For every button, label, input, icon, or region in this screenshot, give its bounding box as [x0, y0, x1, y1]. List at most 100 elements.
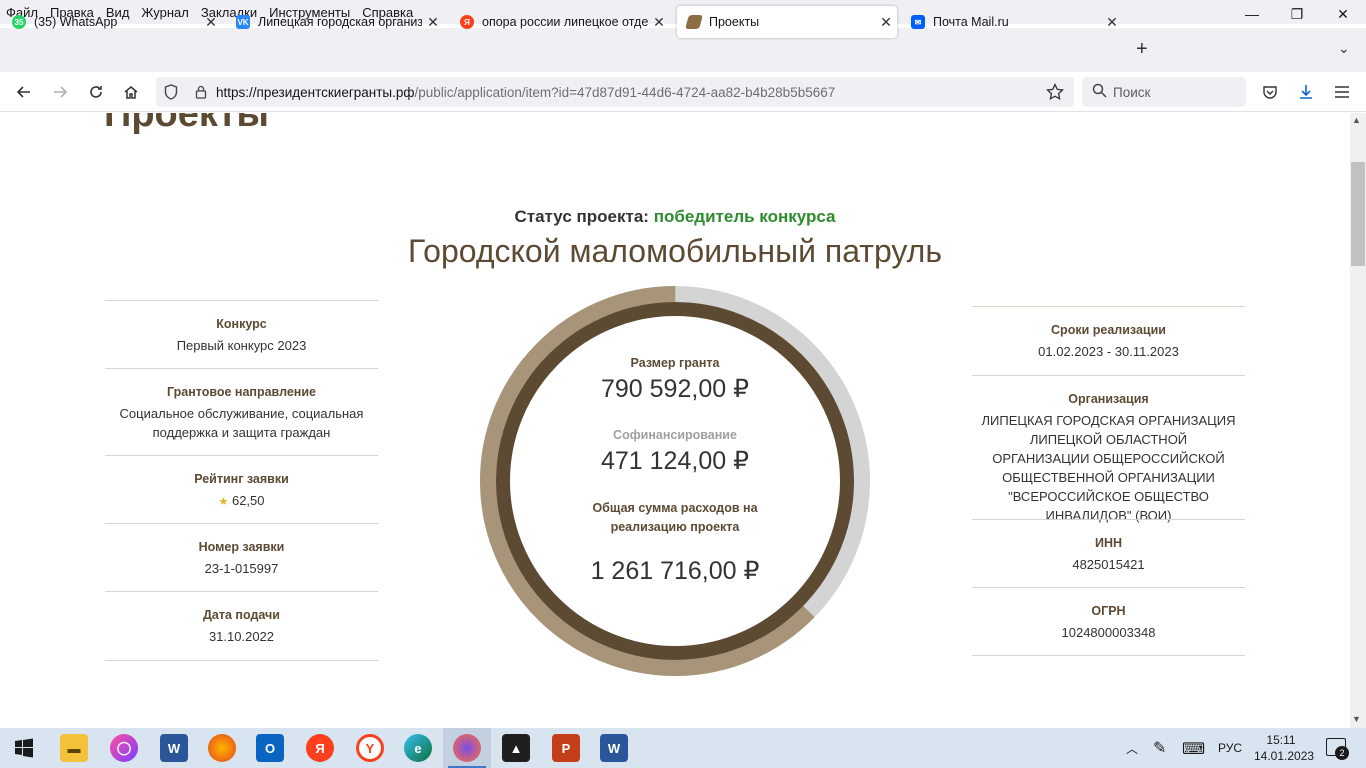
info-label: Конкурс	[216, 317, 267, 331]
bookmark-star-icon[interactable]	[1046, 82, 1064, 104]
list-all-tabs-icon[interactable]: ⌄	[1338, 40, 1350, 57]
page-content: Проекты Статус проекта: победитель конку…	[0, 113, 1350, 728]
close-tab-icon[interactable]: ✕	[648, 14, 670, 31]
downloads-icon[interactable]	[1294, 80, 1318, 104]
powerpoint-icon[interactable]: P	[552, 734, 580, 762]
mail-icon: ✉	[911, 15, 925, 29]
info-application-number: Номер заявки 23-1-015997	[105, 523, 378, 591]
yandex-browser-icon[interactable]: Y	[356, 734, 384, 762]
language-indicator[interactable]: РУС	[1218, 741, 1242, 755]
tab-title: опора россии липецкое отдел	[482, 15, 648, 29]
info-value: 4825015421	[1072, 557, 1145, 572]
address-bar[interactable]: https://президентскиегранты.рф/public/ap…	[156, 77, 1074, 107]
info-value: 31.10.2022	[208, 629, 275, 644]
firefox-icon[interactable]	[208, 734, 236, 762]
reload-icon[interactable]	[84, 80, 108, 104]
tab-yandex[interactable]: Я опора россии липецкое отдел ✕	[450, 6, 670, 38]
info-label: Сроки реализации	[1051, 323, 1166, 337]
total-label: Общая сумма расходов на реализацию проек…	[592, 501, 758, 534]
info-rating: Рейтинг заявки ★ 62,50	[105, 455, 378, 523]
taskbar: ▬ ◯ W O Я Y e ▲ P W ︿ ✎ ⌨ РУС 15:11 14.0…	[0, 728, 1366, 768]
file-explorer-icon[interactable]: ▬	[60, 734, 88, 762]
info-value: Первый конкурс 2023	[176, 338, 307, 353]
edge-icon[interactable]: e	[404, 734, 432, 762]
search-input[interactable]: Поиск	[1082, 77, 1246, 107]
tab-vk[interactable]: VK Липецкая городская организаци ✕	[226, 6, 444, 38]
show-hidden-icons-icon[interactable]: ︿	[1126, 740, 1138, 757]
close-tab-icon[interactable]: ✕	[200, 14, 222, 31]
ring-grant-arc	[480, 286, 870, 676]
info-implementation-period: Сроки реализации 01.02.2023 - 30.11.2023	[972, 306, 1245, 375]
project-status: Статус проекта: победитель конкурса	[0, 207, 1350, 227]
hamburger-menu-icon[interactable]	[1330, 80, 1354, 104]
scroll-up-icon[interactable]: ▲	[1352, 115, 1361, 125]
tab-title: (35) WhatsApp	[34, 15, 118, 29]
minimize-button[interactable]: —	[1229, 0, 1275, 28]
new-tab-button[interactable]: +	[1136, 38, 1148, 61]
clock[interactable]: 15:11 14.01.2023	[1254, 732, 1315, 764]
lock-icon[interactable]	[186, 85, 216, 99]
forward-icon[interactable]	[48, 80, 72, 104]
url-host: https://президентскиегранты.рф	[216, 84, 415, 100]
status-label: Статус проекта:	[514, 207, 649, 226]
whatsapp-icon: 35	[12, 15, 26, 29]
info-label: Грантовое направление	[167, 385, 316, 399]
info-submission-date: Дата подачи 31.10.2022	[105, 591, 378, 661]
start-icon[interactable]	[10, 734, 38, 762]
tab-whatsapp[interactable]: 35 (35) WhatsApp ✕	[2, 6, 222, 38]
status-value: победитель конкурса	[653, 207, 836, 226]
pen-icon[interactable]: ✎	[1153, 738, 1166, 758]
clock-date: 14.01.2023	[1254, 749, 1315, 763]
tracking-protection-icon[interactable]	[156, 84, 186, 100]
scrollbar-thumb[interactable]	[1351, 162, 1365, 266]
keyboard-icon[interactable]: ⌨	[1182, 739, 1205, 759]
outlook-icon[interactable]: O	[256, 734, 284, 762]
home-icon[interactable]	[119, 80, 143, 104]
total-value: 1 261 716,00 ₽	[590, 557, 760, 585]
info-organization: Организация ЛИПЕЦКАЯ ГОРОДСКАЯ ОРГАНИЗАЦ…	[972, 375, 1245, 523]
info-label: Организация	[1068, 392, 1149, 406]
project-title: Городской маломобильный патруль	[407, 233, 943, 269]
search-placeholder: Поиск	[1113, 84, 1151, 100]
info-contest: Конкурс Первый конкурс 2023	[105, 300, 378, 368]
yandex-icon[interactable]: Я	[306, 734, 334, 762]
info-label: Номер заявки	[198, 540, 285, 554]
scroll-down-icon[interactable]: ▼	[1352, 714, 1361, 724]
info-value: 23-1-015997	[204, 561, 279, 576]
notifications-count: 2	[1335, 746, 1349, 760]
tab-title: Проекты	[709, 15, 760, 29]
app-icon[interactable]: ◯	[110, 734, 138, 762]
close-tab-icon[interactable]: ✕	[1101, 14, 1123, 31]
info-label: ОГРН	[1091, 604, 1126, 618]
pocket-icon[interactable]	[1258, 80, 1282, 104]
tab-title: Липецкая городская организаци	[258, 15, 422, 29]
info-label: ИНН	[1094, 536, 1123, 550]
funding-ring-chart	[480, 286, 870, 676]
info-ogrn: ОГРН 1024800003348	[972, 587, 1245, 656]
cofinancing-label: Софинансирование	[613, 428, 737, 442]
photos-icon[interactable]: ▲	[502, 734, 530, 762]
clock-time: 15:11	[1266, 733, 1296, 747]
info-value: Социальное обслуживание, социальная подд…	[119, 406, 364, 440]
close-window-button[interactable]: ✕	[1320, 0, 1366, 28]
word-icon[interactable]: W	[160, 734, 188, 762]
cofinancing-value: 471 124,00 ₽	[601, 447, 749, 475]
page-heading: Проекты	[104, 113, 269, 135]
close-tab-icon[interactable]: ✕	[875, 14, 897, 31]
back-icon[interactable]	[12, 80, 36, 104]
info-label: Рейтинг заявки	[194, 472, 289, 486]
info-value: 1024800003348	[1061, 625, 1156, 640]
close-tab-icon[interactable]: ✕	[422, 14, 444, 31]
url-path: /public/application/item?id=47d87d91-44d…	[414, 84, 836, 100]
star-icon: ★	[218, 496, 229, 508]
tab-mail[interactable]: ✉ Почта Mail.ru ✕	[901, 6, 1123, 38]
word-icon-2[interactable]: W	[600, 734, 628, 762]
restore-button[interactable]: ❐	[1274, 0, 1320, 28]
navigation-bar: https://президентскиегранты.рф/public/ap…	[0, 72, 1366, 112]
info-inn: ИНН 4825015421	[972, 519, 1245, 587]
info-value: 01.02.2023 - 30.11.2023	[1038, 344, 1179, 359]
info-grant-direction: Грантовое направление Социальное обслужи…	[105, 368, 378, 455]
tab-projects[interactable]: Проекты ✕	[677, 6, 897, 38]
info-value: ЛИПЕЦКАЯ ГОРОДСКАЯ ОРГАНИЗАЦИЯ ЛИПЕЦКОЙ …	[981, 413, 1236, 523]
firefox-active-icon[interactable]	[453, 734, 481, 762]
